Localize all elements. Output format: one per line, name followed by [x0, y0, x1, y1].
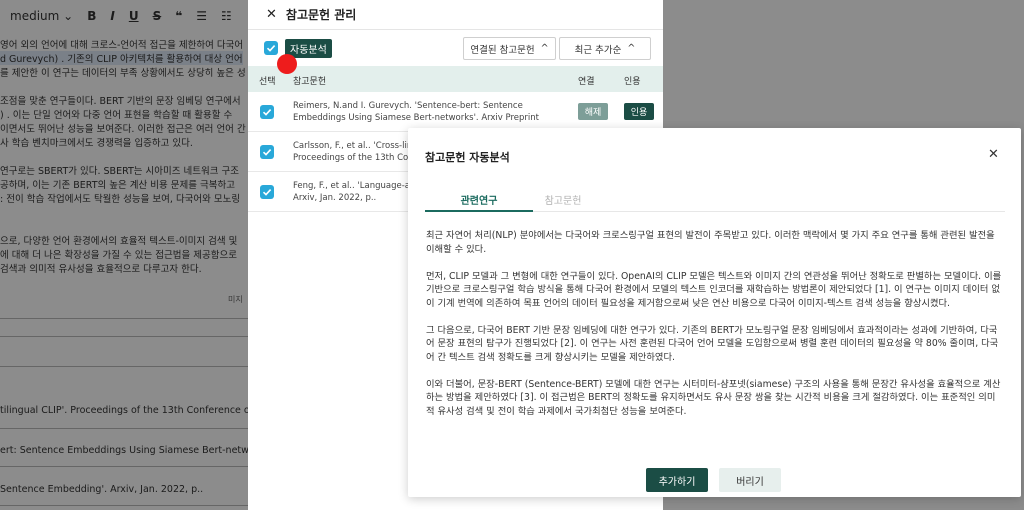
check-icon — [262, 109, 272, 116]
close-icon[interactable]: ✕ — [988, 147, 999, 162]
analysis-paragraph: 먼저, CLIP 모델과 그 변형에 대한 연구들이 있다. OpenAI의 C… — [426, 270, 1002, 309]
table-header: 선택 참고문헌 연결 인용 — [248, 66, 663, 92]
tab-references[interactable]: 참고문헌 — [509, 192, 617, 207]
panel-controls: 자동분석 연결된 참고문헌 ^ 최근 추가순 ^ — [248, 30, 663, 74]
active-tab-indicator — [425, 210, 533, 212]
column-link: 연결 — [578, 77, 595, 87]
column-reference: 참고문헌 — [293, 77, 327, 87]
dropdown-label: 최근 추가순 — [574, 44, 622, 56]
chevron-up-icon: ^ — [540, 43, 549, 54]
auto-analysis-modal: 참고문헌 자동분석 ✕ 관련연구 참고문헌 최근 자연어 처리(NLP) 분야에… — [408, 128, 1021, 497]
chevron-up-icon: ^ — [627, 43, 636, 54]
row-checkbox[interactable] — [260, 105, 274, 119]
cite-button[interactable]: 인용 — [624, 103, 654, 120]
reference-text: Reimers, N.and I. Gurevych. 'Sentence-be… — [293, 101, 540, 123]
panel-header: ✕ 참고문헌 관리 — [248, 0, 663, 30]
row-checkbox[interactable] — [260, 185, 274, 199]
analysis-text: 최근 자연어 처리(NLP) 분야에서는 다국어와 크로스링구얼 표현의 발전이… — [426, 229, 1002, 432]
sort-dropdown[interactable]: 최근 추가순 ^ — [559, 37, 651, 60]
dropdown-label: 연결된 참고문헌 — [470, 44, 535, 56]
discard-button[interactable]: 버리기 — [719, 468, 781, 492]
check-icon — [262, 189, 272, 196]
linked-references-dropdown[interactable]: 연결된 참고문헌 ^ — [463, 37, 556, 60]
table-row: Reimers, N.and I. Gurevych. 'Sentence-be… — [248, 92, 663, 132]
add-button[interactable]: 추가하기 — [646, 468, 708, 492]
analysis-paragraph: 최근 자연어 처리(NLP) 분야에서는 다국어와 크로스링구얼 표현의 발전이… — [426, 230, 995, 255]
column-cite: 인용 — [624, 77, 641, 87]
check-icon — [266, 45, 276, 52]
select-all-checkbox[interactable] — [264, 41, 278, 55]
analysis-paragraph: 이와 더불어, 문장-BERT (Sentence-BERT) 모델에 대한 연… — [426, 378, 1001, 417]
row-checkbox[interactable] — [260, 145, 274, 159]
column-select: 선택 — [259, 77, 276, 87]
click-indicator — [277, 54, 297, 74]
panel-title: 참고문헌 관리 — [285, 8, 357, 22]
modal-title: 참고문헌 자동분석 — [425, 151, 510, 164]
unlink-button[interactable]: 해제 — [578, 103, 608, 120]
analysis-paragraph: 그 다음으로, 다국어 BERT 기반 문장 임베딩에 대한 연구가 있다. 기… — [426, 324, 999, 363]
check-icon — [262, 149, 272, 156]
close-icon[interactable]: ✕ — [266, 7, 277, 22]
